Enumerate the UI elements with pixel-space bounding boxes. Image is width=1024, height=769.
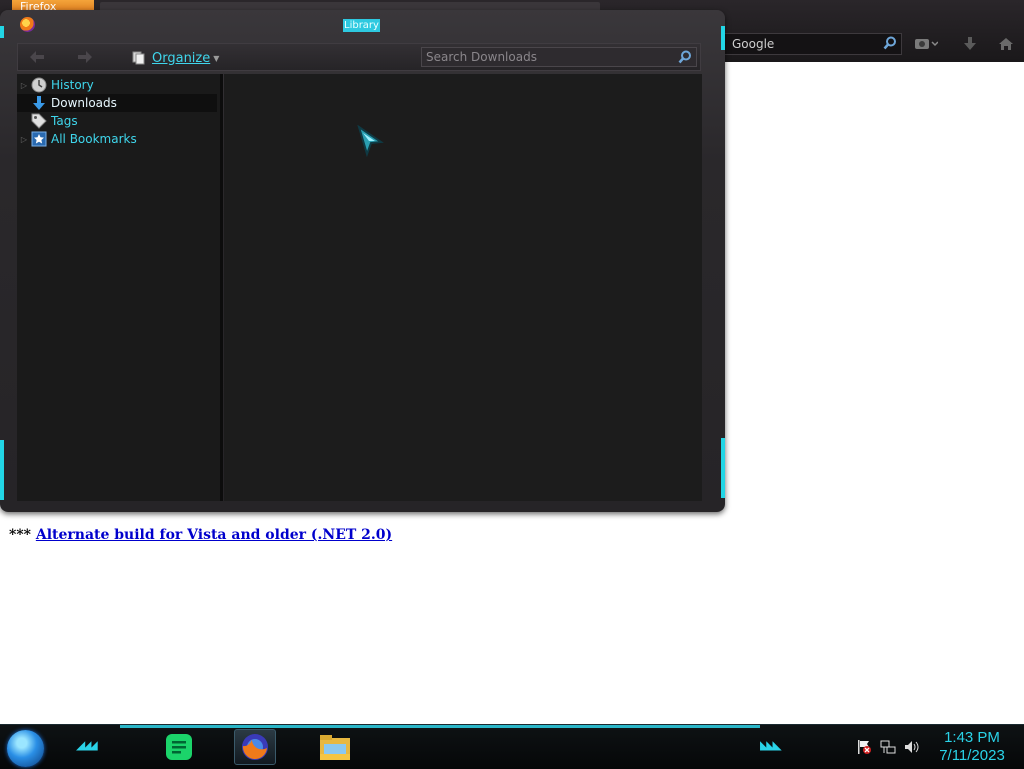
clock-time: 1:43 PM: [944, 729, 1000, 746]
download-arrow-icon: [31, 95, 47, 111]
frame-accent: [721, 438, 725, 498]
search-icon[interactable]: [883, 36, 897, 50]
search-icon[interactable]: [678, 50, 692, 64]
network-icon[interactable]: [880, 739, 896, 755]
sidebar-item-history[interactable]: ▷ History: [17, 76, 217, 94]
home-icon[interactable]: [998, 37, 1016, 51]
firefox-icon: [242, 734, 268, 760]
back-arrow-icon[interactable]: [30, 51, 44, 63]
forward-arrow-icon[interactable]: [78, 51, 92, 63]
notes-app-button[interactable]: [160, 729, 198, 765]
firefox-icon: [20, 17, 35, 32]
link-prefix: ***: [9, 527, 36, 543]
sidebar-item-label: All Bookmarks: [51, 132, 137, 146]
star-bookmark-icon: [31, 131, 47, 147]
download-link-line: *** Alternate build for Vista and older …: [9, 527, 392, 543]
mouse-pointer-icon: [357, 125, 384, 157]
chevron-down-icon: ▼: [213, 53, 220, 63]
sidebar-item-label: Tags: [51, 114, 78, 128]
sidebar-item-downloads[interactable]: Downloads: [17, 94, 217, 112]
expand-arrow-icon[interactable]: ▷: [17, 135, 31, 144]
frame-accent: [721, 26, 725, 50]
library-toolbar: Organize ▼ Search Downloads: [17, 43, 701, 71]
downloads-list-pane[interactable]: [224, 74, 702, 501]
sidebar-item-all-bookmarks[interactable]: ▷ All Bookmarks: [17, 130, 217, 148]
organize-icon: [132, 51, 145, 65]
system-clock[interactable]: 1:43 PM 7/11/2023: [930, 729, 1014, 765]
window-title: Library: [343, 19, 380, 32]
notes-app-icon: [166, 734, 192, 760]
taskbar: ◢◢◢ ◣◣◣ 1:43 PM 7/11/2023: [0, 724, 1024, 769]
chevron-decoration-icon: ◢◢◢: [76, 738, 98, 752]
screenshot-icon[interactable]: [914, 37, 939, 51]
volume-icon[interactable]: [904, 739, 920, 755]
library-sidebar: ▷ History Downloads Tags ▷ All Bookmarks: [17, 74, 223, 501]
clock-date: 7/11/2023: [939, 747, 1005, 764]
chevron-decoration-icon: ◣◣◣: [760, 738, 782, 752]
start-button[interactable]: [7, 730, 44, 767]
search-downloads-input[interactable]: Search Downloads: [421, 47, 697, 67]
downloads-arrow-icon[interactable]: [962, 37, 980, 51]
organize-label: Organize: [152, 50, 211, 66]
action-center-flag-icon[interactable]: [856, 739, 872, 755]
clock-icon: [31, 77, 47, 93]
alternate-build-link[interactable]: Alternate build for Vista and older (.NE…: [36, 527, 392, 543]
tag-icon: [31, 113, 47, 129]
firefox-taskbar-button[interactable]: [234, 729, 276, 765]
expand-arrow-icon[interactable]: ▷: [17, 81, 31, 90]
file-explorer-button[interactable]: [316, 729, 354, 765]
sidebar-item-label: Downloads: [51, 96, 117, 110]
taskbar-accent: [120, 725, 760, 728]
frame-accent: [0, 440, 4, 500]
web-search-input[interactable]: Google: [724, 33, 902, 55]
search-downloads-placeholder: Search Downloads: [426, 50, 537, 64]
file-explorer-icon: [320, 735, 350, 760]
web-search-placeholder: Google: [732, 37, 775, 51]
organize-button[interactable]: Organize ▼: [132, 49, 219, 67]
sidebar-item-label: History: [51, 78, 94, 92]
frame-accent: [0, 26, 4, 38]
sidebar-item-tags[interactable]: Tags: [17, 112, 217, 130]
